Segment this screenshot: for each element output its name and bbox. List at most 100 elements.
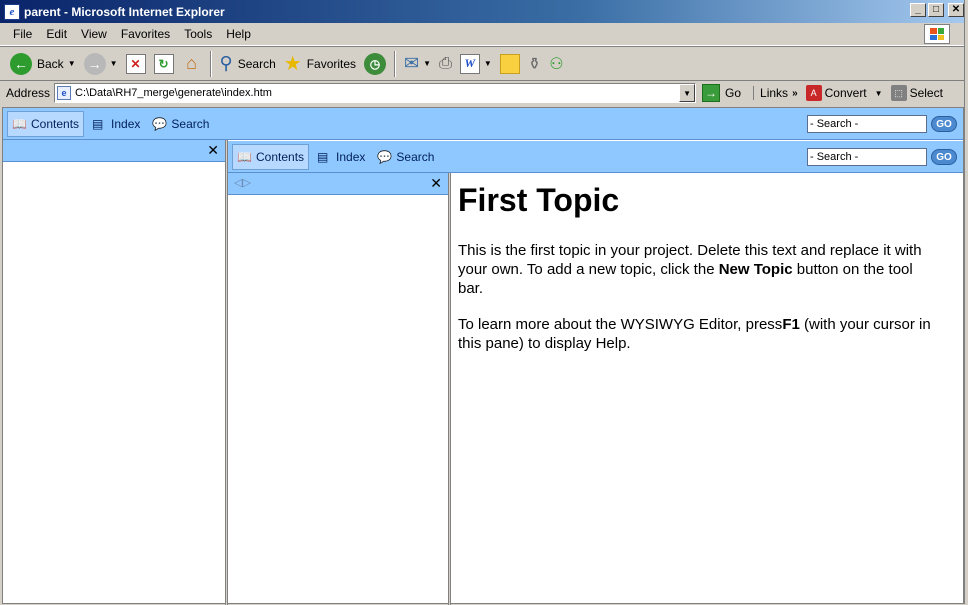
convert-button[interactable]: A Convert ▼ — [805, 85, 883, 101]
close-inner-pane-icon[interactable]: ✕ — [430, 175, 442, 192]
research-icon: ⚱ — [527, 55, 542, 73]
back-dropdown-icon[interactable]: ▼ — [68, 59, 76, 68]
refresh-icon: ↻ — [153, 53, 174, 74]
inner-tab-index-label: Index — [336, 149, 366, 164]
select-button[interactable]: ⬚ Select — [890, 85, 943, 101]
history-icon: ◷ — [364, 52, 387, 75]
history-button[interactable]: ◷ — [360, 49, 390, 79]
inner-tab-search[interactable]: 💬 Search — [373, 144, 438, 170]
links-button[interactable]: Links — [753, 86, 788, 100]
address-url: C:\Data\RH7_merge\generate\index.htm — [75, 87, 272, 99]
minimize-button[interactable]: _ — [910, 3, 926, 17]
outer-tab-search[interactable]: 💬 Search — [148, 111, 213, 137]
outer-help-navbar: 📖 Contents ▤ Index 💬 Search - Search - G… — [3, 108, 963, 140]
outer-search: - Search - GO — [807, 115, 957, 133]
left-pane-divider[interactable] — [225, 140, 228, 605]
select-icon: ⬚ — [890, 85, 907, 101]
close-left-pane-icon[interactable]: ✕ — [207, 142, 219, 159]
convert-label: Convert — [824, 86, 867, 100]
index-page-icon: ▤ — [317, 149, 329, 164]
outer-tab-contents[interactable]: 📖 Contents — [7, 110, 85, 137]
edit-dropdown-icon[interactable]: ▼ — [484, 59, 492, 68]
mail-icon: ✉ — [404, 53, 420, 73]
new-topic-bold: New Topic — [718, 261, 793, 278]
inner-tab-index[interactable]: ▤ Index — [313, 144, 369, 170]
address-label: Address — [6, 86, 51, 100]
book-icon: 📖 — [237, 149, 252, 164]
stop-button[interactable]: ✕ — [122, 49, 150, 79]
refresh-button[interactable]: ↻ — [150, 49, 178, 79]
favorites-label: Favorites — [306, 56, 357, 71]
select-label: Select — [909, 86, 943, 100]
discuss-button[interactable] — [496, 49, 524, 79]
left-pane-header: ✕ — [3, 140, 225, 162]
menu-tools[interactable]: Tools — [177, 27, 219, 41]
forward-button[interactable]: → ▼ — [80, 49, 122, 79]
maximize-button[interactable]: □ — [928, 3, 944, 17]
search-icon: ⚲ — [219, 53, 233, 73]
messenger-button[interactable]: ⚇ — [545, 49, 567, 79]
menu-file[interactable]: File — [6, 27, 39, 41]
window-right-edge — [964, 0, 968, 604]
menu-help[interactable]: Help — [219, 27, 258, 41]
ie-icon: e — [4, 3, 20, 20]
word-edit-icon: W — [459, 53, 480, 74]
inner-tab-search-label: Search — [396, 149, 435, 164]
menu-bar: File Edit View Favorites Tools Help — [0, 23, 968, 46]
windows-logo-icon — [924, 24, 950, 44]
inner-toc-header: ◁▷ ✕ — [228, 173, 448, 195]
forward-dropdown-icon[interactable]: ▼ — [110, 59, 118, 68]
go-label: Go — [725, 86, 742, 100]
research-button[interactable]: ⚱ — [524, 49, 545, 79]
stop-icon: ✕ — [125, 53, 146, 74]
index-page-icon: ▤ — [92, 116, 104, 131]
edit-button[interactable]: W ▼ — [456, 49, 496, 79]
favorites-button[interactable]: ★ Favorites — [280, 49, 360, 79]
favorites-star-icon: ★ — [283, 53, 302, 75]
home-icon: ⌂ — [186, 53, 197, 73]
p2-text: To learn more about the WYSIWYG Editor, … — [458, 316, 783, 333]
f1-bold: F1 — [782, 316, 800, 333]
topic-pane: First Topic This is the first topic in y… — [458, 182, 938, 370]
convert-dropdown-icon[interactable]: ▼ — [875, 89, 883, 98]
address-input[interactable]: e C:\Data\RH7_merge\generate\index.htm ▼ — [54, 83, 697, 103]
toolbar-separator — [209, 50, 212, 77]
inner-help-navbar: 📖 Contents ▤ Index 💬 Search - Search - G… — [228, 141, 963, 173]
back-arrow-icon: ← — [10, 52, 32, 75]
menu-favorites[interactable]: Favorites — [114, 27, 177, 41]
outer-tab-index[interactable]: ▤ Index — [88, 111, 144, 137]
go-button[interactable]: → Go — [702, 84, 741, 102]
window-titlebar: e parent - Microsoft Internet Explorer _… — [0, 0, 968, 23]
outer-tab-contents-label: Contents — [31, 116, 80, 131]
inner-search-go-button[interactable]: GO — [931, 149, 957, 165]
discuss-icon — [499, 53, 520, 74]
menu-edit[interactable]: Edit — [39, 27, 74, 41]
sync-toc-icon[interactable]: ◁▷ — [234, 176, 251, 189]
print-icon: ⎙ — [439, 54, 452, 72]
mail-button[interactable]: ✉ ▼ — [400, 49, 435, 79]
messenger-icon: ⚇ — [549, 55, 564, 73]
menu-view[interactable]: View — [74, 27, 114, 41]
inner-search-input[interactable]: - Search - — [807, 148, 927, 166]
outer-search-input[interactable]: - Search - — [807, 115, 927, 133]
back-button[interactable]: ← Back ▼ — [6, 49, 80, 79]
home-button[interactable]: ⌂ — [178, 49, 206, 79]
address-dropdown-icon[interactable]: ▼ — [679, 84, 696, 102]
close-button[interactable]: ✕ — [948, 3, 964, 17]
search-button[interactable]: ⚲ Search — [216, 49, 280, 79]
back-label: Back — [37, 56, 64, 71]
inner-pane-divider[interactable] — [448, 173, 451, 605]
forward-arrow-icon: → — [83, 52, 106, 75]
outer-tab-search-label: Search — [171, 116, 210, 131]
toolbar-separator — [394, 50, 397, 77]
search-label: Search — [237, 56, 276, 71]
inner-tab-contents[interactable]: 📖 Contents — [232, 143, 310, 170]
outer-search-go-button[interactable]: GO — [931, 116, 957, 132]
chevron-right-icon[interactable]: » — [792, 88, 798, 99]
outer-tab-index-label: Index — [111, 116, 141, 131]
pdf-convert-icon: A — [805, 85, 822, 101]
print-button[interactable]: ⎙ — [435, 49, 456, 79]
mail-dropdown-icon[interactable]: ▼ — [423, 59, 431, 68]
inner-tab-contents-label: Contents — [256, 149, 305, 164]
window-controls: _ □ ✕ — [910, 3, 964, 17]
